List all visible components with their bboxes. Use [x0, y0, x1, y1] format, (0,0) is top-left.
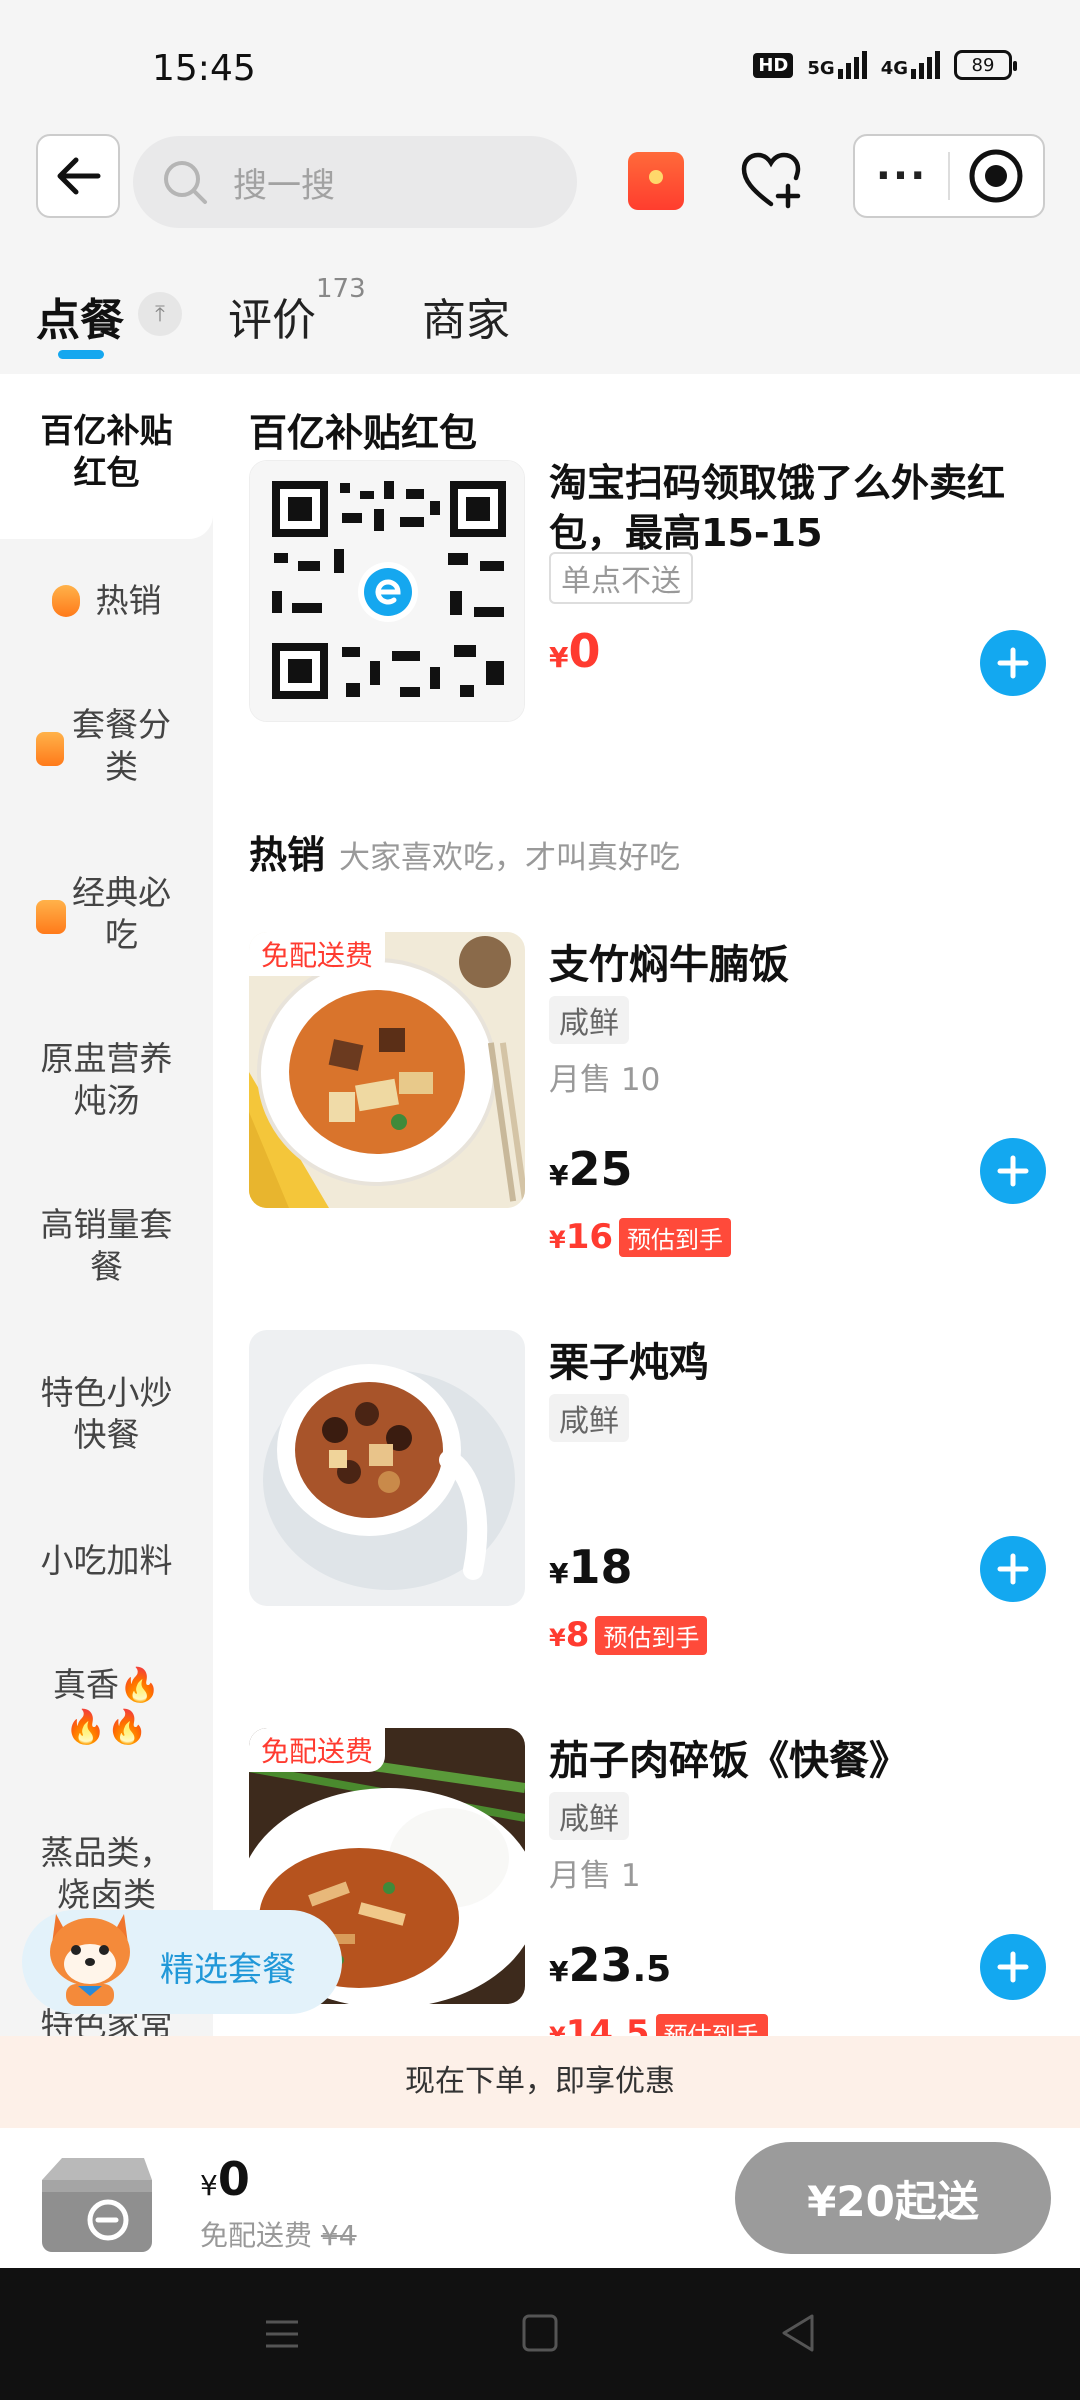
cart-button[interactable] — [32, 2140, 162, 2258]
tab-bar: 点餐 ⤒ 评价173 商家 — [0, 270, 1080, 374]
add-to-cart-button[interactable] — [980, 1536, 1046, 1602]
signal-4g-icon: 4G — [881, 51, 940, 79]
dish-sales: 月售 1 — [549, 1858, 641, 1894]
tab-active-indicator — [58, 350, 104, 359]
menu-content: 百亿补贴红包 热销 套餐分类 经典必吃 原盅营养炖汤 高销量套餐 特色小炒快餐 … — [0, 374, 1080, 2134]
estimated-price: ¥16 预估到手 — [549, 1217, 732, 1257]
dish-price: ¥23.5 — [549, 1938, 672, 1992]
sidebar-item-sets[interactable]: 套餐分类 — [0, 704, 213, 788]
favorite-button[interactable] — [740, 150, 802, 212]
add-to-cart-button[interactable] — [980, 1934, 1046, 2000]
review-count: 173 — [316, 274, 366, 304]
estimated-label: 预估到手 — [619, 1217, 732, 1257]
red-packet-icon[interactable] — [628, 152, 684, 210]
back-triangle-icon[interactable] — [778, 2312, 818, 2354]
search-placeholder: 搜一搜 — [233, 165, 335, 206]
battery-icon: 89 — [954, 50, 1017, 80]
qr-code-icon — [250, 461, 524, 721]
dish-tag: 咸鲜 — [549, 1792, 629, 1840]
miniapp-capsule: ··· — [853, 134, 1045, 218]
coupon-item: 淘宝扫码领取饿了么外卖红 包，最高15-15 单点不送 ¥0 — [249, 460, 1049, 730]
coupon-name: 淘宝扫码领取饿了么外卖红 包，最高15-15 — [549, 461, 1006, 555]
thumb-icon — [36, 732, 64, 766]
section-title-hot: 热销 大家喜欢吃，才叫真好吃 — [249, 833, 681, 877]
status-bar: 15:45 HD 5G 4G 89 — [0, 0, 1080, 130]
back-button[interactable] — [36, 134, 120, 218]
coupon-price: ¥0 — [549, 624, 601, 678]
plus-icon — [997, 1553, 1029, 1585]
sidebar-item-classic[interactable]: 经典必吃 — [0, 872, 213, 956]
plus-icon — [997, 1951, 1029, 1983]
dish-sales: 月售 10 — [549, 1062, 661, 1098]
dish-name: 支竹焖牛腩饭 — [549, 942, 789, 988]
dish-item[interactable]: 免配送费 支竹焖牛腩饭 咸鲜 月售 10 ¥25 ¥16 预估到手 — [249, 932, 1049, 1272]
plus-icon — [997, 647, 1029, 679]
sidebar-item-subsidy[interactable]: 百亿补贴红包 — [0, 410, 213, 494]
home-icon[interactable] — [520, 2312, 560, 2354]
delivery-fee-info: 免配送费 ¥4 — [200, 2219, 357, 2252]
estimated-price: ¥8 预估到手 — [549, 1615, 708, 1655]
system-nav-bar — [0, 2268, 1080, 2400]
dish-item[interactable]: 免配送费 茄子肉碎饭《快餐》 咸鲜 月售 1 ¥23.5 ¥14.5预估到手 — [249, 1728, 1049, 2068]
add-coupon-button[interactable] — [980, 630, 1046, 696]
more-button[interactable]: ··· — [855, 156, 948, 196]
signal-5g-icon: 5G — [807, 51, 867, 79]
tab-merchant[interactable]: 商家 — [422, 284, 510, 348]
dish-name: 栗子炖鸡 — [549, 1340, 709, 1386]
heart-plus-icon — [741, 152, 801, 209]
thumbs-up-icon — [36, 900, 66, 934]
cart-total: ¥0 — [200, 2152, 250, 2206]
dish-image[interactable]: 免配送费 — [249, 932, 525, 1208]
menu-icon[interactable] — [262, 2314, 302, 2354]
coupon-tag: 单点不送 — [549, 552, 693, 604]
status-time: 15:45 — [152, 48, 256, 89]
dish-item[interactable]: 栗子炖鸡 咸鲜 ¥18 ¥8 预估到手 — [249, 1330, 1049, 1670]
estimated-label: 预估到手 — [595, 1615, 708, 1655]
status-icons: HD 5G 4G 89 — [753, 50, 1017, 80]
top-nav: 搜一搜 ··· — [0, 130, 1080, 240]
sort-toggle-icon[interactable]: ⤒ — [138, 292, 182, 336]
min-order-button[interactable]: ¥20起送 — [735, 2142, 1051, 2254]
featured-sets-label: 精选套餐 — [160, 1950, 296, 1990]
target-icon — [969, 149, 1023, 203]
cart-box-icon — [42, 2158, 152, 2252]
plus-icon — [997, 1155, 1029, 1187]
close-miniapp-button[interactable] — [950, 148, 1043, 204]
original-delivery-fee: ¥4 — [320, 2219, 357, 2252]
back-arrow-icon — [57, 157, 101, 195]
sidebar-item-hot[interactable]: 热销 — [0, 578, 213, 622]
sidebar-item-bestseller-sets[interactable]: 高销量套餐 — [0, 1204, 213, 1288]
dish-tag: 咸鲜 — [549, 1394, 629, 1442]
dish-price: ¥18 — [549, 1540, 633, 1594]
category-sidebar: 百亿补贴红包 热销 套餐分类 经典必吃 原盅营养炖汤 高销量套餐 特色小炒快餐 … — [0, 374, 213, 2134]
free-delivery-badge: 免配送费 — [249, 932, 386, 976]
flame-icon — [51, 584, 80, 617]
free-delivery-badge: 免配送费 — [249, 1728, 386, 1772]
section-title-subsidy: 百亿补贴红包 — [249, 411, 478, 455]
tab-order[interactable]: 点餐 — [36, 284, 124, 348]
chicken-stew-photo — [249, 1330, 525, 1606]
section-subtitle: 大家喜欢吃，才叫真好吃 — [339, 840, 681, 876]
add-to-cart-button[interactable] — [980, 1138, 1046, 1204]
sidebar-item-snacks[interactable]: 小吃加料 — [0, 1540, 213, 1582]
sidebar-item-soup[interactable]: 原盅营养炖汤 — [0, 1038, 213, 1122]
qr-code-image[interactable] — [249, 460, 525, 722]
search-bar[interactable]: 搜一搜 — [133, 136, 577, 228]
hd-icon: HD — [753, 52, 794, 78]
sidebar-item-stirfry[interactable]: 特色小炒快餐 — [0, 1372, 213, 1456]
sidebar-item-tasty[interactable]: 真香🔥🔥🔥 — [0, 1664, 213, 1748]
cart-bar: ¥0 免配送费 ¥4 ¥20起送 — [0, 2128, 1080, 2268]
dish-image[interactable] — [249, 1330, 525, 1606]
dish-tag: 咸鲜 — [549, 996, 629, 1044]
tab-reviews[interactable]: 评价173 — [228, 274, 366, 348]
dish-name: 茄子肉碎饭《快餐》 — [549, 1738, 909, 1784]
dish-price: ¥25 — [549, 1142, 633, 1196]
shiba-mascot-icon — [50, 1914, 130, 2006]
search-icon — [164, 161, 207, 204]
featured-sets-button[interactable]: 精选套餐 — [22, 1910, 342, 2014]
promo-banner: 现在下单，即享优惠 — [0, 2036, 1080, 2128]
